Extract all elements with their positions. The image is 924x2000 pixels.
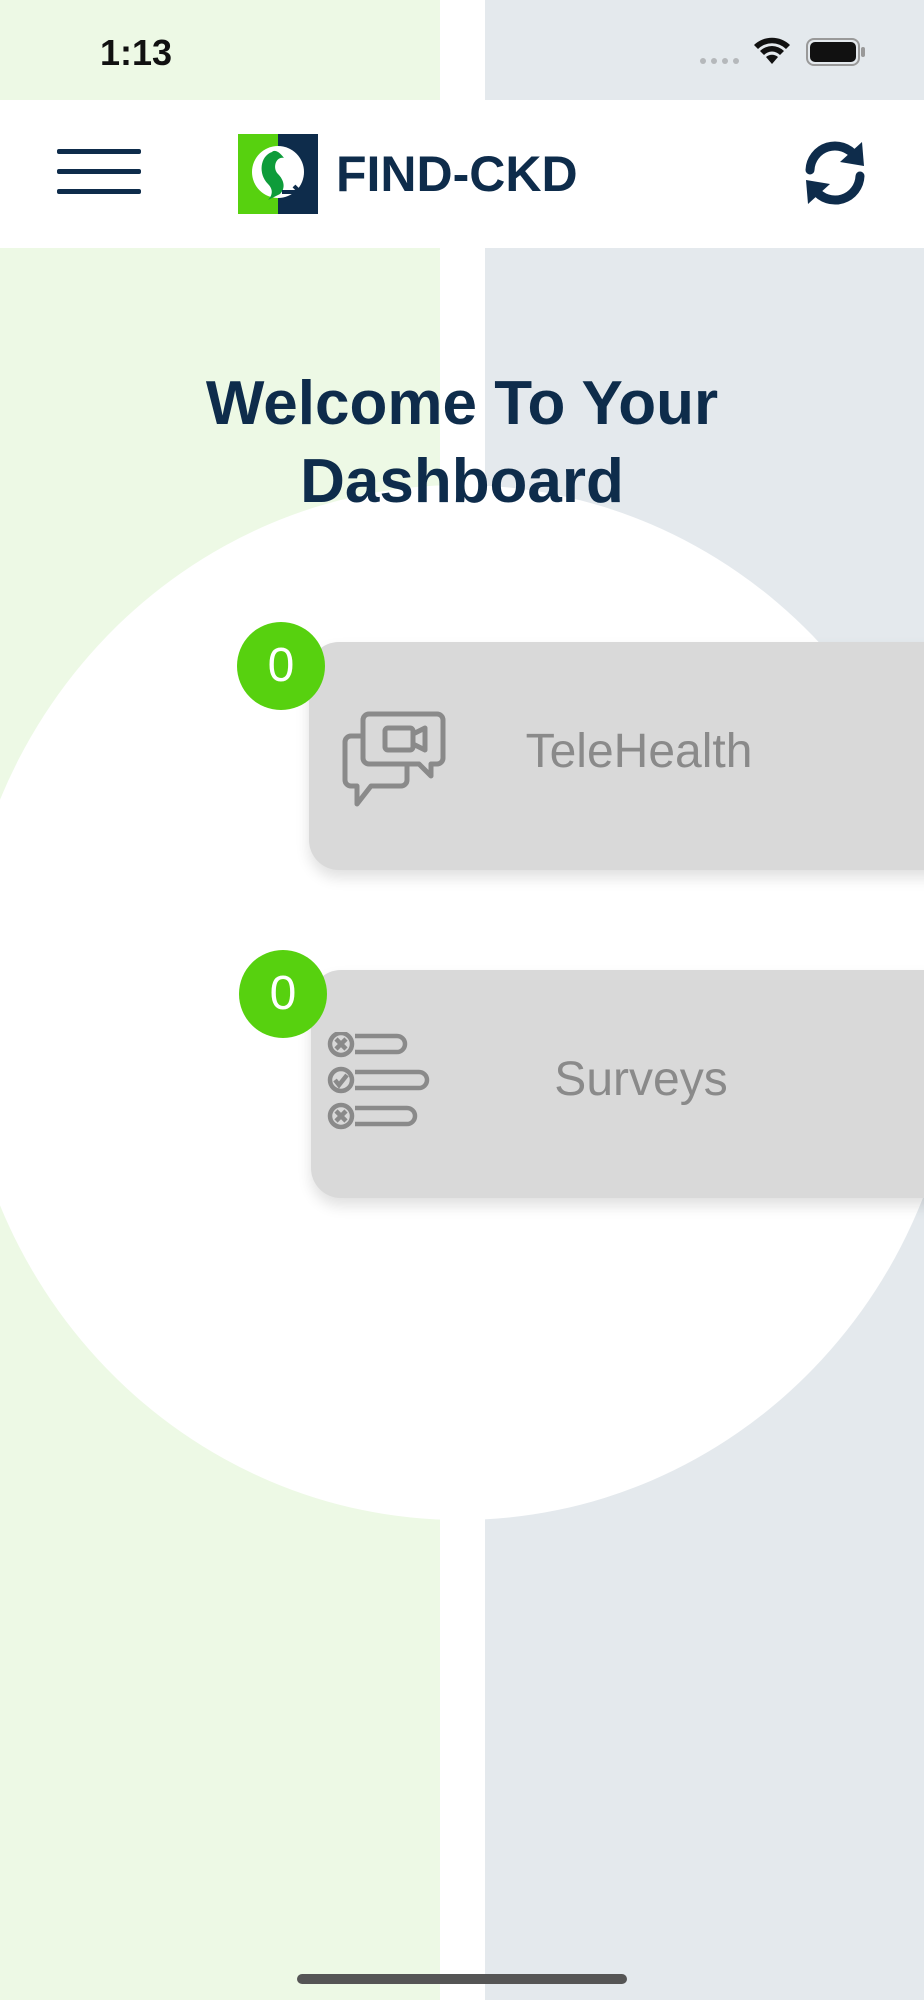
logo-mark-icon bbox=[238, 134, 318, 214]
wifi-icon bbox=[754, 37, 790, 64]
app-logo: FIND-CKD bbox=[238, 134, 578, 214]
telehealth-label: TeleHealth bbox=[525, 725, 753, 778]
refresh-icon[interactable] bbox=[800, 138, 870, 208]
app-header: FIND-CKD bbox=[0, 100, 924, 248]
surveys-count-badge: 0 bbox=[239, 950, 327, 1038]
page-title-line-1: Welcome To Your bbox=[205, 369, 719, 438]
page-title-line-2: Dashboard bbox=[300, 447, 624, 516]
surveys-label: Surveys bbox=[554, 1053, 728, 1106]
home-indicator[interactable] bbox=[297, 1974, 627, 1984]
cellular-signal-icon bbox=[700, 58, 739, 64]
telehealth-card[interactable]: TeleHealth bbox=[309, 642, 924, 870]
status-time: 1:13 bbox=[100, 32, 173, 73]
app-logo-text: FIND-CKD bbox=[336, 146, 578, 202]
battery-icon bbox=[806, 38, 865, 66]
survey-checklist-icon bbox=[327, 1032, 430, 1130]
status-bar: 1:13 bbox=[0, 0, 924, 100]
hamburger-menu-icon[interactable] bbox=[57, 149, 141, 195]
video-chat-icon bbox=[342, 711, 446, 807]
surveys-card[interactable]: Surveys bbox=[311, 970, 924, 1198]
telehealth-count-badge: 0 bbox=[237, 622, 325, 710]
page-title: Welcome To Your Dashboard bbox=[0, 365, 924, 521]
